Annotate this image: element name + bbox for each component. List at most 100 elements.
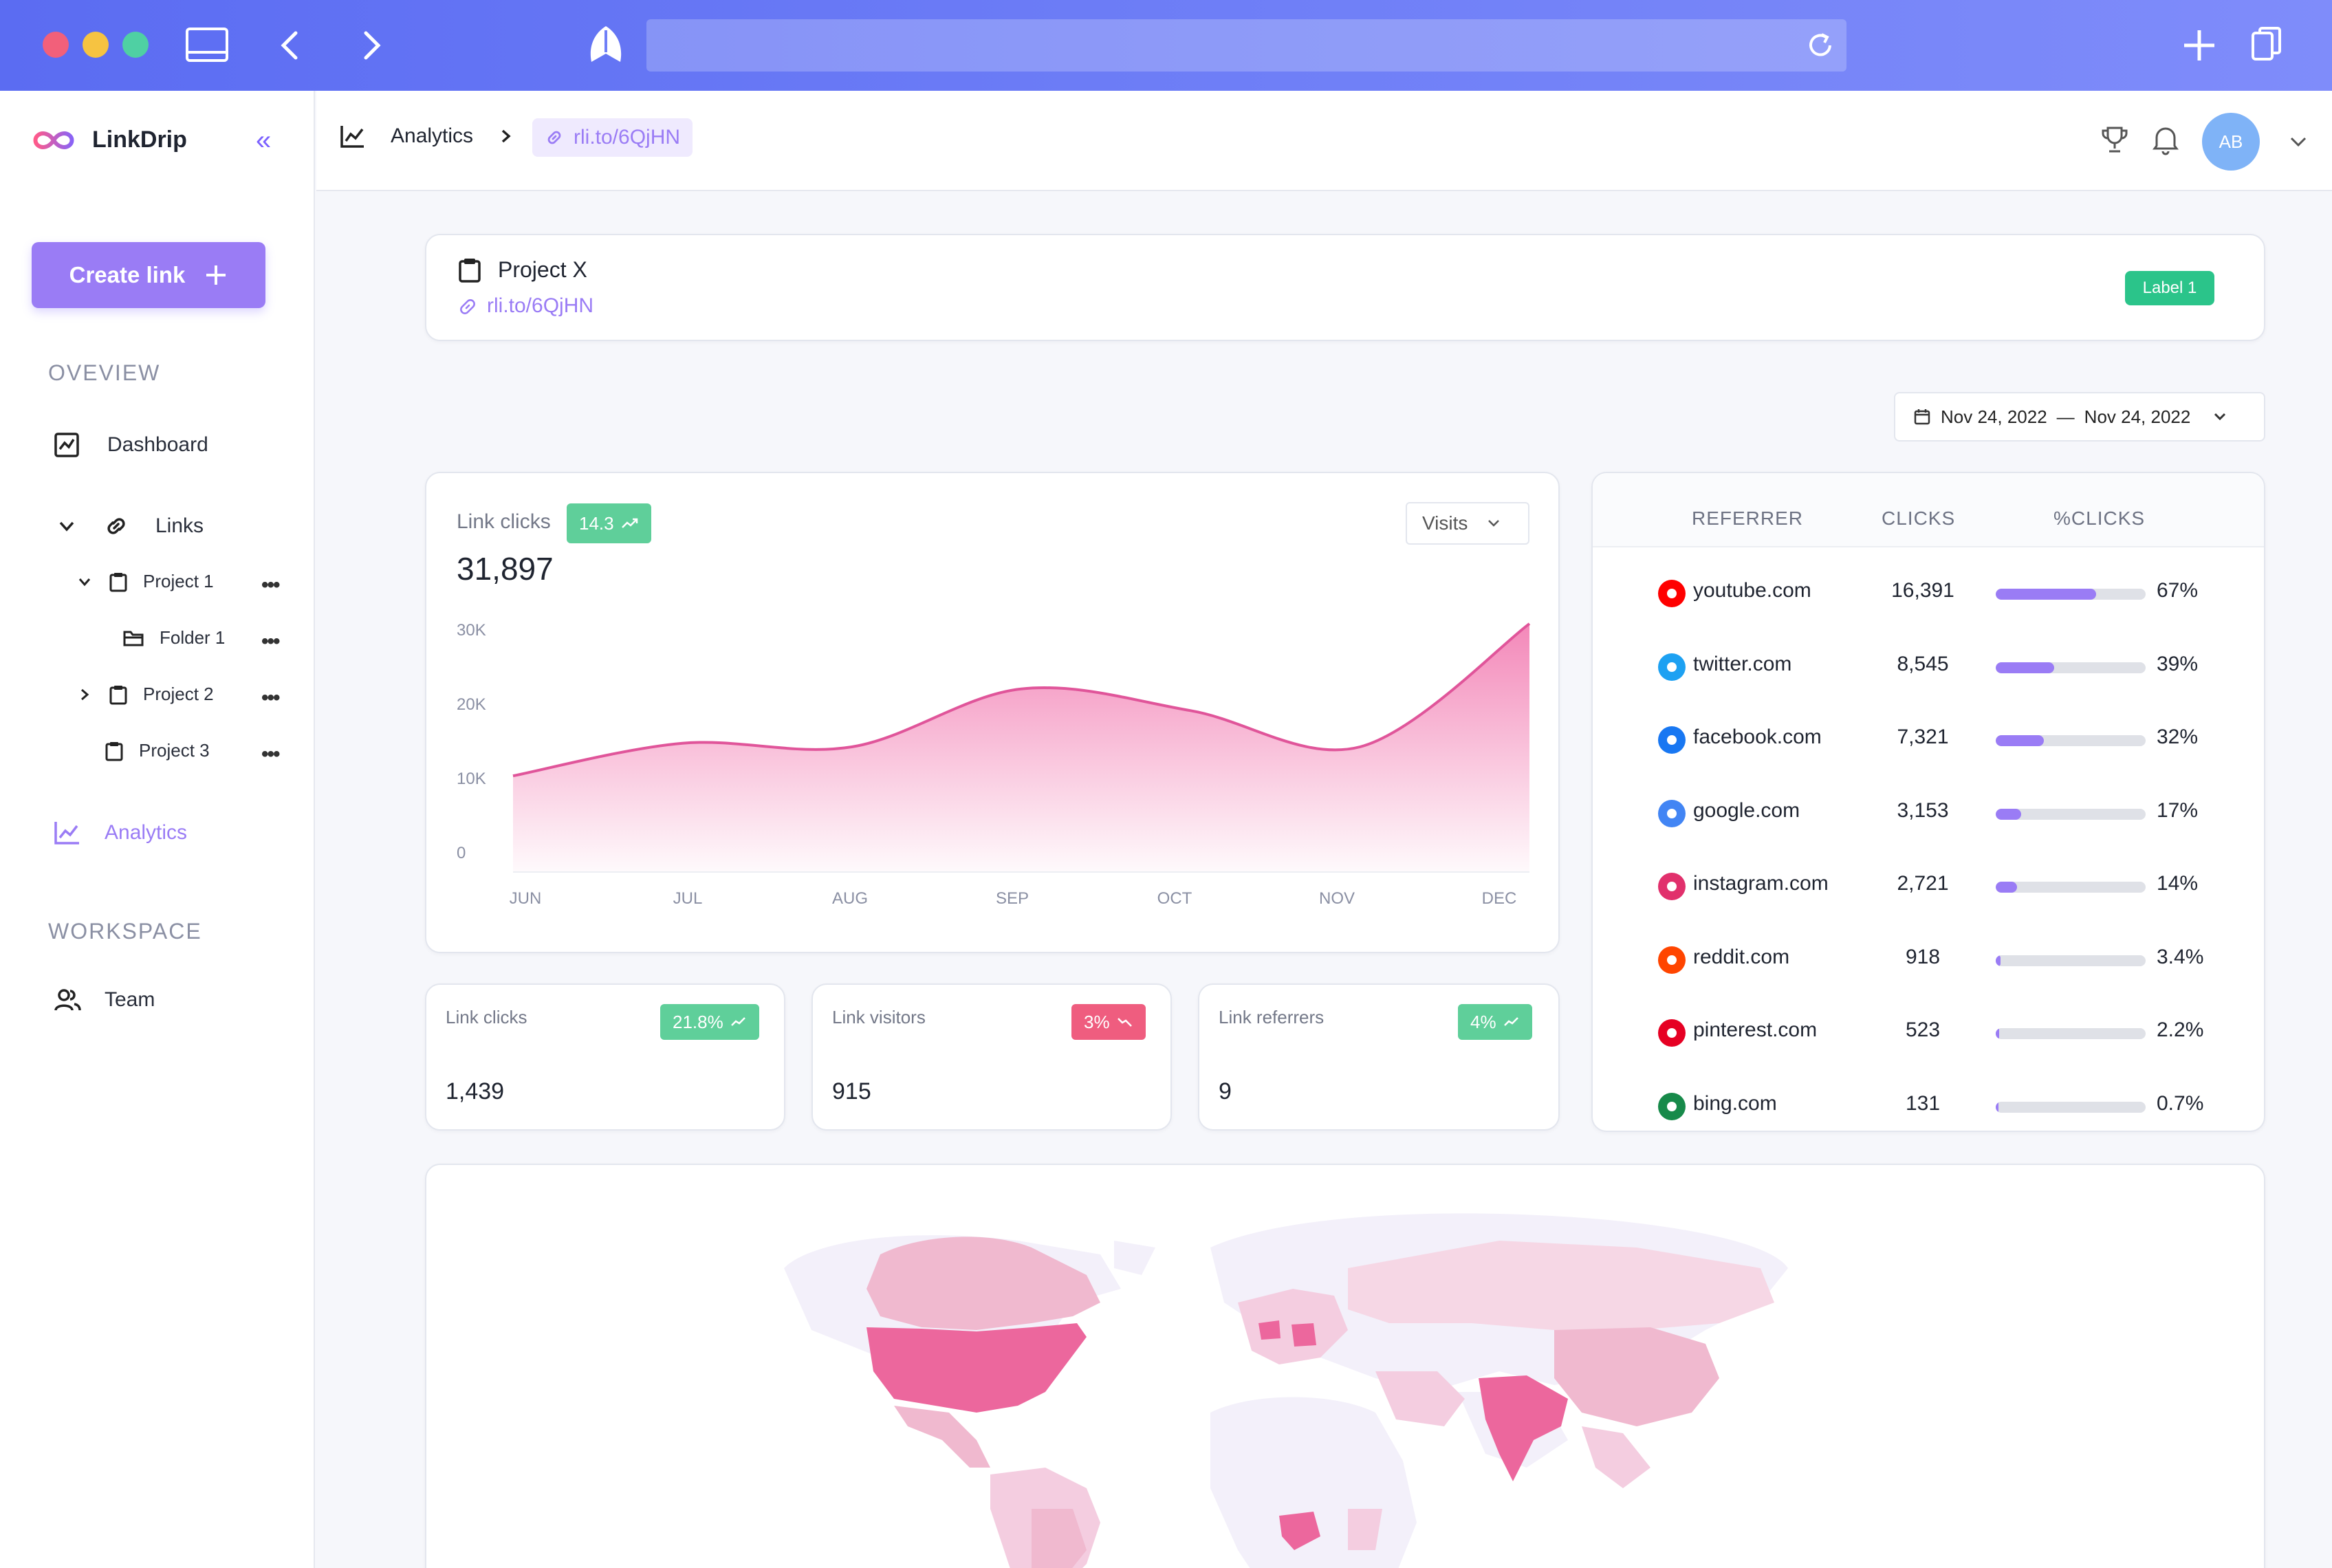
more-options-icon[interactable]: ••• (261, 686, 280, 710)
overview-section-title: OVEVIEW (48, 360, 161, 385)
project-label-badge[interactable]: Label 1 (2125, 271, 2214, 305)
collapse-sidebar-icon[interactable]: « (256, 127, 271, 154)
referrer-row[interactable]: pinterest.com 523 2.2% (1593, 998, 2264, 1071)
chevron-right-icon[interactable] (76, 686, 94, 704)
breadcrumb-analytics[interactable]: Analytics (391, 124, 473, 148)
referrers-card: REFERRER CLICKS %CLICKS youtube.com 16,39… (1591, 472, 2265, 1132)
y-tick-label: 30K (457, 621, 486, 640)
analytics-icon (340, 126, 364, 148)
referrer-share-bar (1996, 589, 2146, 600)
sidebar-item-links[interactable]: Links (56, 513, 204, 539)
bing-icon (1658, 1092, 1686, 1120)
referrer-row[interactable]: google.com 3,153 17% (1593, 778, 2264, 851)
breadcrumb-link-chip[interactable]: rli.to/6QjHN (532, 118, 693, 157)
referrer-share-fill (1996, 1028, 1999, 1039)
referrer-share-bar (1996, 662, 2146, 673)
more-options-icon[interactable]: ••• (261, 574, 280, 597)
referrer-site: facebook.com (1693, 726, 1822, 748)
referrer-pct: 3.4% (2157, 945, 2204, 968)
breadcrumb: Analytics (340, 124, 514, 149)
referrer-row[interactable]: youtube.com 16,391 67% (1593, 558, 2264, 631)
trophy-icon[interactable] (2100, 125, 2129, 155)
dashboard-icon (54, 433, 79, 457)
reddit-icon (1658, 946, 1686, 974)
avatar[interactable]: AB (2202, 113, 2260, 171)
referrer-share-bar (1996, 1028, 2146, 1039)
column-header-referrer[interactable]: REFERRER (1692, 508, 1803, 530)
maximize-window-dot[interactable] (122, 32, 149, 58)
stat-card-link-referrers: Link referrers 4% 9 (1198, 983, 1560, 1131)
address-bar[interactable] (646, 19, 1846, 72)
referrer-clicks: 131 (1905, 1091, 1941, 1115)
sidebar-toggle-icon[interactable] (184, 26, 230, 65)
map-region-germany (1292, 1323, 1316, 1347)
referrer-row[interactable]: reddit.com 918 3.4% (1593, 925, 2264, 998)
more-options-icon[interactable]: ••• (261, 743, 280, 766)
create-link-label: Create link (69, 262, 186, 287)
column-header-pct-clicks[interactable]: %CLICKS (2053, 508, 2145, 530)
back-icon[interactable] (278, 30, 303, 61)
stat-value: 1,439 (446, 1078, 505, 1104)
sidebar-item-analytics[interactable]: Analytics (54, 820, 187, 846)
linkdrip-logo-icon (33, 131, 74, 149)
sidebar-item-folder-1[interactable]: Folder 1 (122, 627, 225, 649)
clipboard-icon (105, 741, 123, 761)
column-header-clicks[interactable]: CLICKS (1882, 508, 1955, 530)
project-link[interactable]: rli.to/6QjHN (487, 294, 593, 318)
date-range-picker[interactable]: Nov 24, 2022 — Nov 24, 2022 (1894, 392, 2265, 442)
more-options-icon[interactable]: ••• (261, 630, 280, 653)
x-tick-label: SEP (996, 889, 1029, 908)
close-window-dot[interactable] (43, 32, 69, 58)
map-region-mexico (894, 1406, 990, 1468)
referrer-site: google.com (1693, 798, 1800, 822)
sidebar-item-label: Project 1 (143, 571, 214, 591)
chevron-down-icon[interactable] (56, 516, 77, 536)
new-tab-icon[interactable] (2181, 28, 2217, 63)
sidebar: LinkDrip « Create link OVEVIEW Dashboard… (0, 91, 315, 1568)
referrer-share-fill (1996, 955, 2001, 966)
world-map-card (425, 1164, 2265, 1568)
sidebar-item-project-2[interactable]: Project 2 (76, 684, 214, 705)
analytics-icon (54, 822, 79, 845)
referrer-clicks: 2,721 (1897, 872, 1949, 895)
calendar-icon (1914, 409, 1930, 425)
project-card: Project X rli.to/6QjHN Label 1 (425, 234, 2265, 341)
link-clicks-chart-card: Link clicks 14.3 31,897 Visits 30K 20K 10K… (425, 472, 1560, 953)
stat-card-link-clicks: Link clicks 21.8% 1,439 (425, 983, 785, 1131)
referrer-clicks: 3,153 (1897, 798, 1949, 822)
referrer-pct: 0.7% (2157, 1091, 2204, 1115)
forward-icon[interactable] (359, 30, 384, 61)
top-bar: Analytics rli.to/6QjHN AB (316, 91, 2332, 191)
tabs-overview-icon[interactable] (2250, 26, 2283, 63)
stat-title: Link clicks (446, 1007, 527, 1027)
sidebar-item-team[interactable]: Team (54, 988, 155, 1012)
referrer-row[interactable]: bing.com 131 0.7% (1593, 1071, 2264, 1144)
link-icon (547, 131, 561, 144)
team-icon (54, 989, 81, 1011)
trending-down-icon (1117, 1018, 1132, 1027)
bell-icon[interactable] (2151, 124, 2180, 155)
chevron-down-icon[interactable] (76, 573, 94, 591)
plus-icon (206, 265, 226, 285)
clipboard-icon (109, 572, 127, 591)
sidebar-item-dashboard[interactable]: Dashboard (54, 432, 208, 458)
brand[interactable]: LinkDrip (32, 127, 187, 153)
sidebar-item-project-3[interactable]: Project 3 (105, 740, 210, 761)
workspace-section-title: WORKSPACE (48, 919, 202, 944)
minimize-window-dot[interactable] (83, 32, 109, 58)
referrer-row[interactable]: twitter.com 8,545 39% (1593, 632, 2264, 705)
sidebar-item-project-1[interactable]: Project 1 (76, 571, 214, 592)
referrer-row[interactable]: facebook.com 7,321 32% (1593, 705, 2264, 778)
referrer-site: bing.com (1693, 1091, 1777, 1115)
project-name: Project X (498, 257, 587, 282)
referrer-share-bar (1996, 955, 2146, 966)
sidebar-item-label: Analytics (105, 821, 188, 844)
chevron-down-icon[interactable] (2287, 133, 2309, 150)
referrer-row[interactable]: instagram.com 2,721 14% (1593, 851, 2264, 924)
trending-up-icon (730, 1017, 745, 1026)
youtube-icon (1658, 580, 1686, 607)
reload-icon[interactable] (1805, 30, 1835, 61)
create-link-button[interactable]: Create link (32, 242, 265, 308)
referrer-site: twitter.com (1693, 652, 1792, 675)
breadcrumb-link-label: rli.to/6QjHN (574, 126, 681, 149)
